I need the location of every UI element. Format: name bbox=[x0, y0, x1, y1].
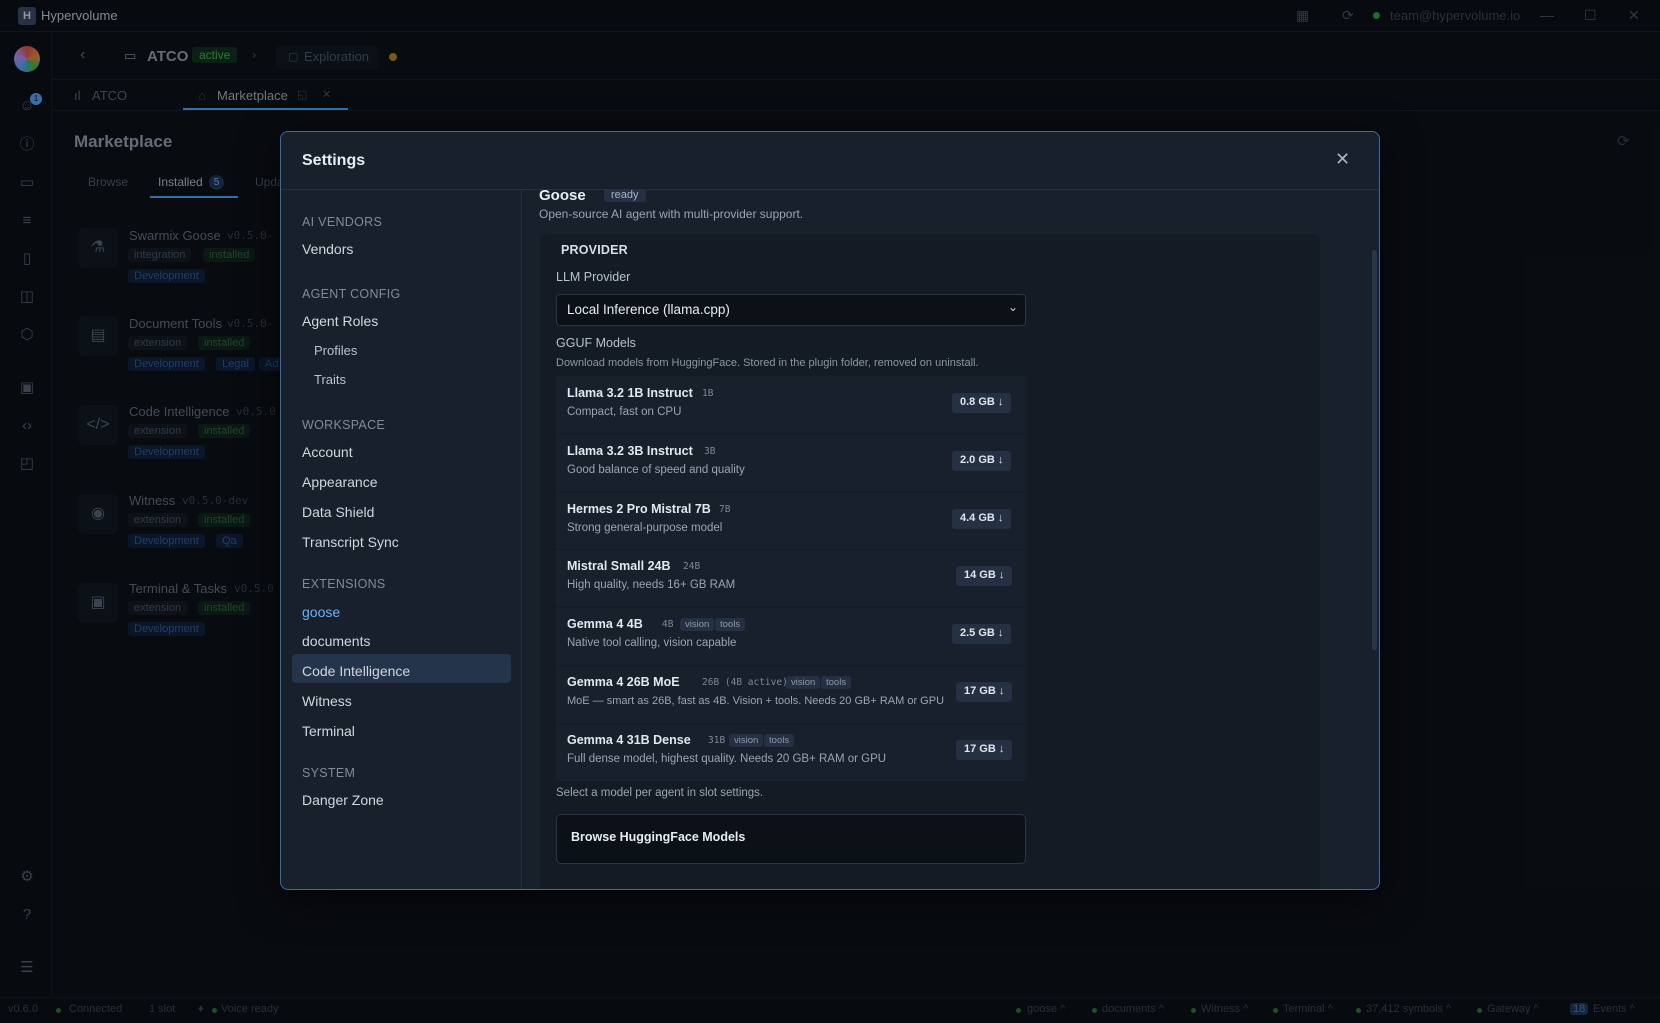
modal-header bbox=[281, 132, 1379, 190]
nav-heading-agent-config: AGENT CONFIG bbox=[302, 287, 401, 301]
model-param: 26B (4B active) bbox=[702, 677, 788, 688]
nav-item-documents[interactable]: documents bbox=[302, 633, 370, 649]
model-param: 4B bbox=[662, 619, 674, 630]
settings-modal: Settings ✕ AI VENDORS Vendors AGENT CONF… bbox=[280, 131, 1380, 890]
model-tag-tools: tools bbox=[821, 676, 852, 689]
nav-item-profiles[interactable]: Profiles bbox=[314, 343, 357, 358]
model-name: Gemma 4 26B MoE bbox=[567, 675, 680, 689]
nav-item-account[interactable]: Account bbox=[302, 444, 353, 460]
gguf-models-label: GGUF Models bbox=[556, 336, 636, 350]
model-tag-vision: vision bbox=[729, 734, 764, 747]
browse-huggingface-label[interactable]: Browse HuggingFace Models bbox=[571, 830, 745, 844]
model-download-button[interactable]: 17 GB ↓ bbox=[956, 682, 1013, 702]
model-desc: MoE — smart as 26B, fast as 4B. Vision +… bbox=[567, 695, 945, 707]
model-download-button[interactable]: 0.8 GB ↓ bbox=[952, 393, 1012, 413]
extension-description: Open-source AI agent with multi-provider… bbox=[539, 207, 804, 221]
model-param: 24B bbox=[683, 561, 701, 572]
model-name: Llama 3.2 1B Instruct bbox=[567, 386, 693, 400]
close-icon[interactable]: ✕ bbox=[1335, 149, 1350, 170]
model-download-button[interactable]: 14 GB ↓ bbox=[956, 566, 1013, 586]
provider-heading: PROVIDER bbox=[561, 243, 628, 257]
nav-item-witness[interactable]: Witness bbox=[302, 693, 352, 709]
content-scrollbar[interactable] bbox=[1372, 250, 1377, 650]
model-tag-vision: vision bbox=[786, 676, 821, 689]
model-desc: High quality, needs 16+ GB RAM bbox=[567, 579, 736, 591]
model-param: 31B bbox=[708, 735, 726, 746]
model-download-button[interactable]: 4.4 GB ↓ bbox=[952, 509, 1012, 529]
model-name: Mistral Small 24B bbox=[567, 559, 671, 573]
nav-item-code-intelligence[interactable]: Code Intelligence bbox=[302, 663, 410, 679]
model-param: 7B bbox=[719, 504, 731, 515]
settings-nav: AI VENDORS Vendors AGENT CONFIG Agent Ro… bbox=[281, 190, 522, 889]
llm-provider-label: LLM Provider bbox=[556, 270, 631, 284]
extension-status-badge: ready bbox=[604, 190, 646, 202]
model-tag-tools: tools bbox=[715, 618, 746, 631]
model-name: Gemma 4 31B Dense bbox=[567, 733, 691, 747]
nav-item-terminal[interactable]: Terminal bbox=[302, 723, 355, 739]
nav-item-appearance[interactable]: Appearance bbox=[302, 474, 378, 490]
model-tag-tools: tools bbox=[764, 734, 795, 747]
modal-title: Settings bbox=[302, 152, 366, 169]
model-param: 1B bbox=[702, 388, 714, 399]
model-download-button[interactable]: 2.0 GB ↓ bbox=[952, 451, 1012, 471]
model-name: Llama 3.2 3B Instruct bbox=[567, 444, 693, 458]
model-name: Hermes 2 Pro Mistral 7B bbox=[567, 502, 711, 516]
nav-heading-extensions: EXTENSIONS bbox=[302, 577, 386, 591]
model-desc: Native tool calling, vision capable bbox=[567, 637, 737, 649]
nav-item-transcript-sync[interactable]: Transcript Sync bbox=[302, 534, 399, 550]
nav-item-agent-roles[interactable]: Agent Roles bbox=[302, 313, 378, 329]
model-param: 3B bbox=[704, 446, 716, 457]
nav-heading-workspace: WORKSPACE bbox=[302, 418, 386, 432]
nav-item-data-shield[interactable]: Data Shield bbox=[302, 504, 374, 520]
gguf-models-description: Download models from HuggingFace. Stored… bbox=[556, 357, 979, 369]
nav-item-goose[interactable]: goose bbox=[302, 604, 340, 620]
nav-item-danger-zone[interactable]: Danger Zone bbox=[302, 792, 384, 808]
model-select-note: Select a model per agent in slot setting… bbox=[556, 787, 764, 799]
model-download-button[interactable]: 2.5 GB ↓ bbox=[952, 624, 1012, 644]
model-tag-vision: vision bbox=[680, 618, 715, 631]
nav-heading-system: SYSTEM bbox=[302, 766, 356, 780]
nav-item-vendors[interactable]: Vendors bbox=[302, 241, 353, 257]
nav-item-traits[interactable]: Traits bbox=[314, 372, 346, 387]
model-desc: Full dense model, highest quality. Needs… bbox=[567, 753, 887, 765]
nav-heading-ai-vendors: AI VENDORS bbox=[302, 215, 383, 229]
model-desc: Strong general-purpose model bbox=[567, 522, 723, 534]
llm-provider-value[interactable]: Local Inference (llama.cpp) bbox=[567, 302, 730, 317]
settings-content[interactable]: Goose ready Open-source AI agent with mu… bbox=[523, 190, 1379, 889]
model-download-button[interactable]: 17 GB ↓ bbox=[956, 740, 1013, 760]
model-desc: Compact, fast on CPU bbox=[567, 406, 682, 418]
extension-title: Goose bbox=[539, 190, 586, 204]
model-desc: Good balance of speed and quality bbox=[567, 464, 745, 476]
model-name: Gemma 4 4B bbox=[567, 617, 643, 631]
chevron-down-icon[interactable]: ⌄ bbox=[1008, 300, 1018, 314]
